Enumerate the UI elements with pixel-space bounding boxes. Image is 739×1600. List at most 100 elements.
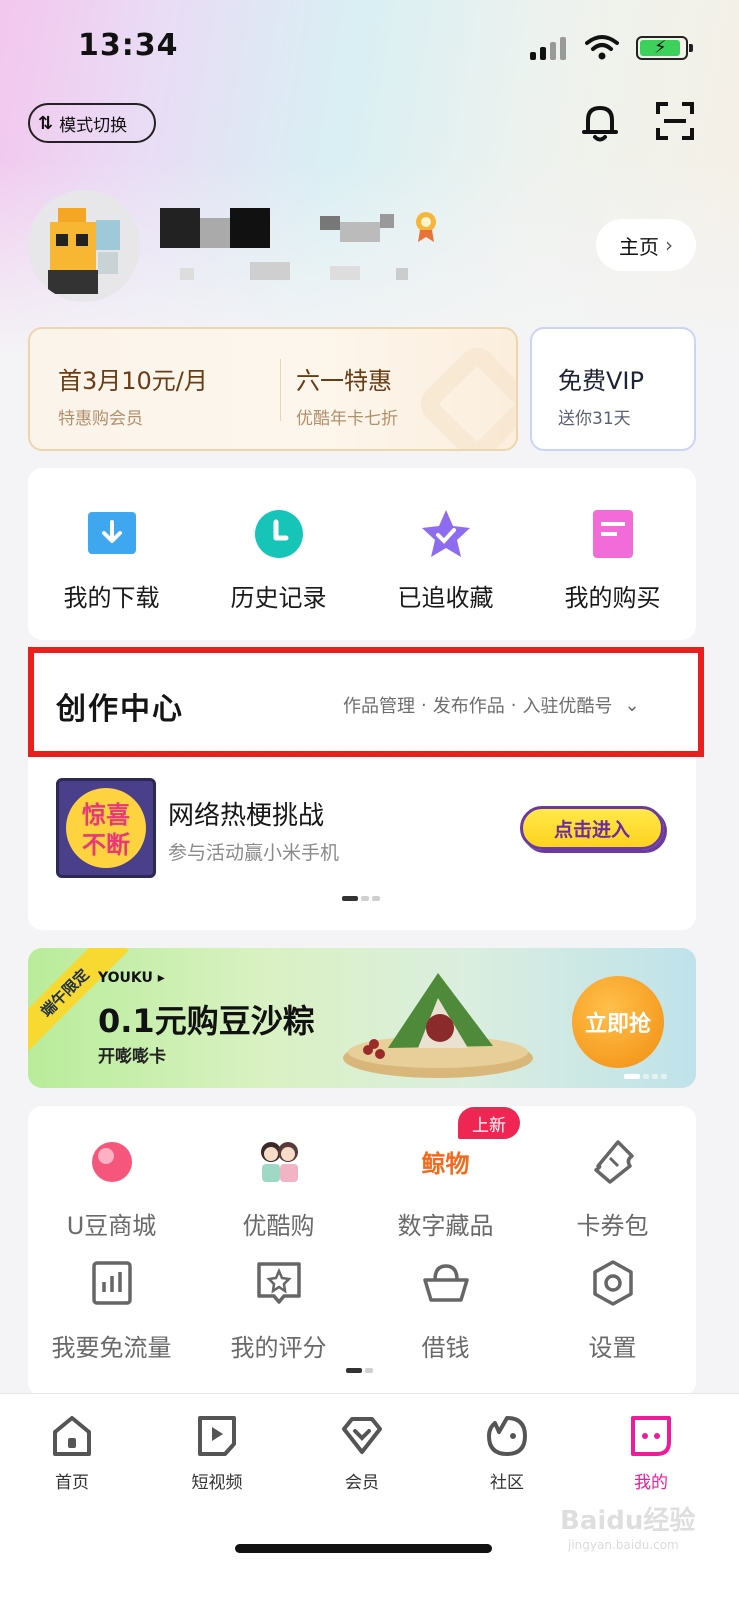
service-label: 数字藏品 xyxy=(397,1212,494,1240)
grab-now-button[interactable]: 立即抢 xyxy=(572,976,664,1068)
profile-home-button[interactable]: 主页 › xyxy=(596,219,696,271)
status-time: 13:34 xyxy=(78,28,179,63)
service-label: 卡券包 xyxy=(576,1212,649,1240)
quick-action-history[interactable]: 历史记录 xyxy=(195,508,362,613)
watermark-url: jingyan.baidu.com xyxy=(568,1538,679,1552)
service-digital-collectibles[interactable]: 鲸物 数字藏品 xyxy=(362,1136,529,1241)
wifi-icon xyxy=(585,34,619,60)
ticket-icon xyxy=(588,1136,638,1186)
enter-challenge-button[interactable]: 点击进入 xyxy=(520,806,664,850)
thumb-text-1: 惊喜 xyxy=(82,801,130,829)
download-icon xyxy=(86,508,138,560)
home-icon xyxy=(50,1414,94,1458)
tab-community[interactable]: 社区 xyxy=(457,1414,557,1493)
data-plan-icon xyxy=(87,1258,137,1308)
challenge-thumbnail[interactable]: 惊喜 不断 xyxy=(56,778,156,878)
youku-shop-icon xyxy=(254,1136,304,1186)
tab-label: 短视频 xyxy=(191,1473,243,1493)
free-vip-card[interactable]: 免费VIP 送你31天 xyxy=(530,327,696,451)
free-vip-sub: 送你31天 xyxy=(558,409,631,429)
separator-dot: · xyxy=(421,694,427,716)
quick-action-label: 已追收藏 xyxy=(397,584,494,612)
creation-center-title: 创作中心 xyxy=(56,692,184,727)
service-label: 优酷购 xyxy=(242,1212,315,1240)
quick-action-purchases[interactable]: 我的购买 xyxy=(529,508,696,613)
receipt-icon xyxy=(587,508,639,560)
play-icon xyxy=(195,1414,239,1458)
signal-icon xyxy=(530,36,570,60)
chevron-down-icon[interactable]: ⌄ xyxy=(624,695,639,716)
services-dots xyxy=(346,1368,373,1373)
new-badge: 上新 xyxy=(458,1107,520,1139)
youku-logo: YOUKU ▸ xyxy=(98,970,165,986)
vip-offer-2-title: 六一特惠 xyxy=(296,367,392,395)
service-my-rating[interactable]: 我的评分 xyxy=(195,1258,362,1363)
tab-label: 首页 xyxy=(55,1473,89,1493)
free-vip-title: 免费VIP xyxy=(558,367,644,395)
home-button-label: 主页 xyxy=(619,234,659,259)
settings-icon xyxy=(588,1258,638,1308)
vip-offer-1-title: 首3月10元/月 xyxy=(58,367,208,395)
ingot-icon xyxy=(421,1258,471,1308)
service-label: 借钱 xyxy=(421,1334,470,1362)
link-publish-work[interactable]: 发布作品 xyxy=(433,692,505,718)
link-manage-works[interactable]: 作品管理 xyxy=(343,692,415,718)
vip-offer-2[interactable]: 六一特惠 优酷年卡七折 xyxy=(296,361,398,429)
service-youku-shop[interactable]: 优酷购 xyxy=(195,1136,362,1241)
service-label: U豆商城 xyxy=(66,1212,157,1240)
tab-membership[interactable]: 会员 xyxy=(312,1414,412,1493)
mode-switch-label: 模式切换 xyxy=(59,115,128,136)
divider xyxy=(280,359,281,421)
battery-icon: ⚡ xyxy=(636,36,693,60)
swap-icon: ⇅ xyxy=(38,112,54,134)
scan-icon[interactable] xyxy=(656,102,694,140)
tab-label: 会员 xyxy=(345,1473,379,1493)
promo-subtitle: 开嘭嘭卡 xyxy=(98,1047,166,1067)
service-borrow-money[interactable]: 借钱 xyxy=(362,1258,529,1363)
profile-icon xyxy=(629,1414,673,1458)
chevron-right-icon: › xyxy=(665,233,673,257)
services-panel: U豆商城 优酷购 鲸物 数字藏品 卡券包 我要免流量 我的评分 借钱 设置 xyxy=(28,1106,696,1396)
diamond-icon xyxy=(340,1414,384,1458)
separator-dot: · xyxy=(510,694,517,716)
quick-action-label: 我的购买 xyxy=(564,584,661,612)
service-ticket-wallet[interactable]: 卡券包 xyxy=(529,1136,696,1241)
avatar[interactable] xyxy=(28,190,140,302)
service-label: 我要免流量 xyxy=(51,1334,172,1362)
zongzi-image xyxy=(343,973,533,1078)
challenge-title: 网络热梗挑战 xyxy=(168,801,325,831)
bell-icon[interactable] xyxy=(578,100,622,144)
vip-offer-2-sub: 优酷年卡七折 xyxy=(296,409,398,429)
medal-icon xyxy=(414,210,438,244)
rating-icon xyxy=(254,1258,304,1308)
vip-offer-card[interactable]: 首3月10元/月 特惠购会员 六一特惠 优酷年卡七折 xyxy=(28,327,518,451)
username-blurred xyxy=(160,208,410,248)
quick-actions-panel: 我的下载 历史记录 已追收藏 我的购买 xyxy=(28,468,696,640)
service-settings[interactable]: 设置 xyxy=(529,1258,696,1363)
service-label: 设置 xyxy=(588,1334,637,1362)
quick-action-label: 历史记录 xyxy=(230,584,327,612)
creation-center-links[interactable]: 作品管理 · 发布作品 · 入驻优酷号 ⌄ xyxy=(343,692,640,718)
service-u-bean-mall[interactable]: U豆商城 xyxy=(28,1136,195,1241)
link-join-youku[interactable]: 入驻优酷号 xyxy=(522,692,612,718)
tab-short-video[interactable]: 短视频 xyxy=(167,1414,267,1493)
challenge-subtitle: 参与活动赢小米手机 xyxy=(168,842,340,864)
tab-profile[interactable]: 我的 xyxy=(601,1414,701,1493)
vip-offer-1[interactable]: 首3月10元/月 特惠购会员 xyxy=(58,361,208,429)
tab-home[interactable]: 首页 xyxy=(22,1414,122,1493)
mode-switch-button[interactable]: ⇅ 模式切换 xyxy=(28,103,156,143)
digital-collectible-icon: 鲸物 xyxy=(421,1149,470,1178)
watermark: Baidu经验 xyxy=(560,1506,696,1536)
quick-action-download[interactable]: 我的下载 xyxy=(28,508,195,613)
clock-icon xyxy=(253,508,305,560)
service-free-data[interactable]: 我要免流量 xyxy=(28,1258,195,1363)
service-label: 我的评分 xyxy=(230,1334,327,1362)
home-indicator[interactable] xyxy=(235,1544,492,1553)
u-bean-icon xyxy=(87,1136,137,1186)
quick-action-label: 我的下载 xyxy=(63,584,160,612)
community-icon xyxy=(485,1414,529,1458)
promo-title: 0.1元购豆沙粽 xyxy=(98,1002,315,1040)
quick-action-favorites[interactable]: 已追收藏 xyxy=(362,508,529,613)
vip-offer-1-sub: 特惠购会员 xyxy=(58,409,143,429)
promo-banner[interactable]: 端午限定 YOUKU ▸ 0.1元购豆沙粽 开嘭嘭卡 立即抢 xyxy=(28,948,696,1088)
